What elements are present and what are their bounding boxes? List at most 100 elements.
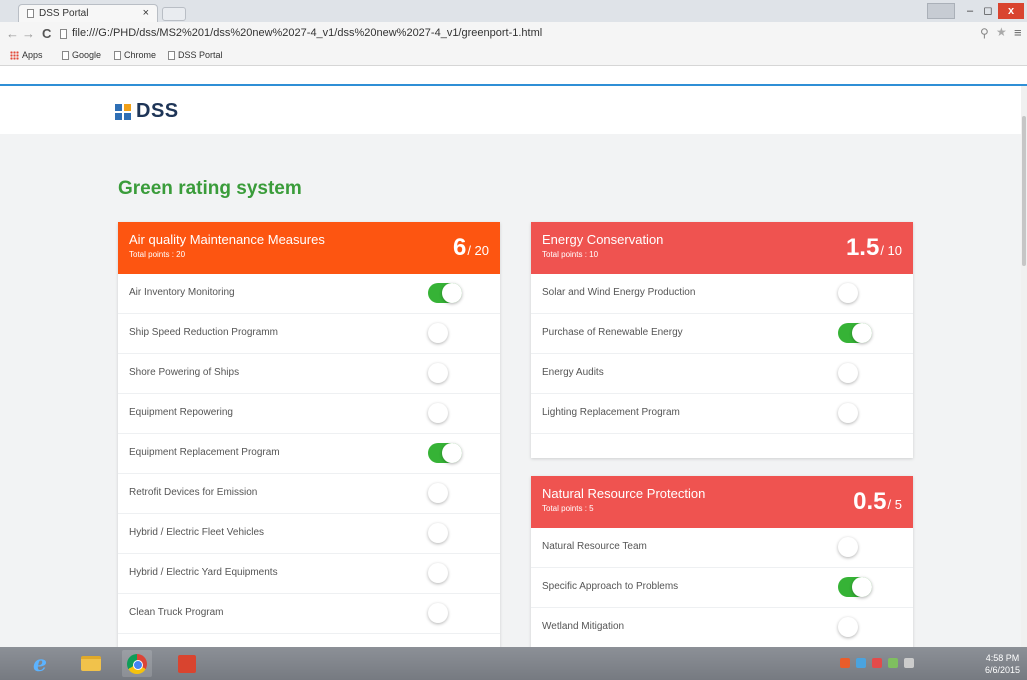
user-button[interactable] [927, 3, 955, 19]
internet-explorer-icon[interactable]: e [25, 650, 55, 677]
measure-toggle[interactable] [838, 403, 872, 423]
measure-toggle[interactable] [428, 483, 462, 503]
page-icon [27, 9, 34, 18]
measure-toggle[interactable] [428, 283, 462, 303]
toggle-knob [442, 283, 462, 303]
bookmark-google[interactable]: Google [62, 50, 101, 60]
measure-label: Hybrid / Electric Yard Equipments [129, 567, 278, 578]
bookmark-apps[interactable]: Apps [10, 50, 43, 60]
toggle-knob [838, 537, 858, 557]
tray-icon[interactable] [888, 658, 898, 668]
bookmark-chrome[interactable]: Chrome [114, 50, 156, 60]
card-score: 1.5 / 10 [846, 234, 902, 262]
measure-row: Retrofit Devices for Emission [118, 474, 500, 514]
clock[interactable]: 4:58 PM 6/6/2015 [985, 652, 1020, 676]
toggle-knob [428, 403, 448, 423]
new-tab-button[interactable] [162, 7, 186, 21]
score-value: 6 [452, 234, 467, 261]
measure-toggle[interactable] [838, 617, 872, 637]
logo-text: DSS [136, 100, 179, 122]
measure-toggle[interactable] [838, 537, 872, 557]
card-total-points: Total points : 10 [542, 250, 599, 259]
page-icon [62, 50, 69, 60]
card-title: Air quality Maintenance Measures [129, 232, 325, 247]
measure-row: Hybrid / Electric Yard Equipments [118, 554, 500, 594]
measure-label: Energy Audits [542, 367, 604, 378]
card-header: Energy Conservation Total points : 10 1.… [531, 222, 913, 274]
measure-row: Energy Audits [531, 354, 913, 394]
page-scrollbar[interactable] [1021, 86, 1027, 647]
measure-row: Shore Powering of Ships [118, 354, 500, 394]
clock-time: 4:58 PM [985, 653, 1020, 663]
tray-icon[interactable] [904, 658, 914, 668]
toggle-knob [428, 483, 448, 503]
tray-icon[interactable] [856, 658, 866, 668]
measure-label: Ship Speed Reduction Programm [129, 327, 278, 338]
measure-label: Clean Truck Program [129, 607, 224, 618]
measure-toggle[interactable] [838, 323, 872, 343]
toggle-knob [428, 523, 448, 543]
bookmark-star-icon[interactable]: ★ [996, 25, 1007, 39]
tab-close-icon[interactable]: × [143, 7, 149, 19]
scrollbar-thumb[interactable] [1022, 116, 1026, 266]
toggle-knob [852, 323, 872, 343]
tray-icon[interactable] [872, 658, 882, 668]
score-max: / 10 [880, 243, 902, 258]
measure-row: Equipment Replacement Program [118, 434, 500, 474]
measure-label: Specific Approach to Problems [542, 581, 679, 592]
measure-row: Air Inventory Monitoring [118, 274, 500, 314]
measure-toggle[interactable] [428, 603, 462, 623]
reload-icon[interactable]: C [42, 26, 51, 41]
toggle-knob [852, 577, 872, 597]
measure-row: Natural Resource Team [531, 528, 913, 568]
toggle-knob [838, 363, 858, 383]
measure-toggle[interactable] [428, 323, 462, 343]
maximize-button[interactable]: ◻ [980, 3, 996, 19]
measure-toggle[interactable] [428, 443, 462, 463]
bookmark-label: Chrome [124, 50, 157, 60]
page-icon [60, 29, 67, 39]
measure-label: Hybrid / Electric Fleet Vehicles [129, 527, 265, 538]
measure-toggle[interactable] [428, 523, 462, 543]
card-air-quality: Air quality Maintenance Measures Total p… [118, 222, 500, 647]
dss-logo-icon [115, 103, 131, 120]
score-value: 1.5 [845, 234, 880, 261]
measure-row: Wetland Mitigation [531, 608, 913, 647]
chrome-icon[interactable] [122, 650, 152, 677]
browser-tab[interactable]: DSS Portal × [18, 4, 158, 22]
measure-toggle[interactable] [428, 403, 462, 423]
measure-toggle[interactable] [838, 577, 872, 597]
zoom-icon[interactable]: ⚲ [980, 26, 989, 40]
measure-toggle[interactable] [838, 363, 872, 383]
measure-label: Retrofit Devices for Emission [129, 487, 258, 498]
site-header: DSS [0, 86, 1027, 134]
taskbar: e 4:58 PM 6/6/2015 [0, 647, 1027, 680]
bookmark-label: Google [72, 50, 102, 60]
measure-row: Equipment Repowering [118, 394, 500, 434]
measure-label: Purchase of Renewable Energy [542, 327, 683, 338]
back-arrow-icon[interactable]: ← [6, 26, 19, 41]
measure-toggle[interactable] [838, 283, 872, 303]
page-content: DSS Green rating system Air quality Main… [0, 84, 1027, 647]
card-header: Natural Resource Protection Total points… [531, 476, 913, 528]
measure-label: Air Inventory Monitoring [129, 287, 235, 298]
forward-arrow-icon[interactable]: → [22, 26, 35, 41]
measure-label: Equipment Repowering [129, 407, 233, 418]
measure-toggle[interactable] [428, 563, 462, 583]
close-window-button[interactable]: x [998, 3, 1024, 19]
bookmark-dss-portal[interactable]: DSS Portal [168, 50, 223, 60]
minimize-button[interactable]: – [962, 3, 978, 19]
toggle-knob [442, 443, 462, 463]
measure-toggle[interactable] [428, 363, 462, 383]
menu-icon[interactable]: ≡ [1014, 25, 1022, 40]
file-explorer-icon[interactable] [76, 650, 106, 677]
score-max: / 5 [887, 497, 902, 512]
dss-logo[interactable]: DSS [115, 100, 179, 123]
apps-grid-icon [10, 50, 19, 60]
card-title: Natural Resource Protection [542, 486, 706, 501]
card-total-points: Total points : 20 [129, 250, 186, 259]
url-field[interactable]: file:///G:/PHD/dss/MS2%201/dss%20new%202… [72, 27, 542, 39]
card-header: Air quality Maintenance Measures Total p… [118, 222, 500, 274]
app-icon[interactable] [172, 650, 202, 677]
tray-icon[interactable] [840, 658, 850, 668]
